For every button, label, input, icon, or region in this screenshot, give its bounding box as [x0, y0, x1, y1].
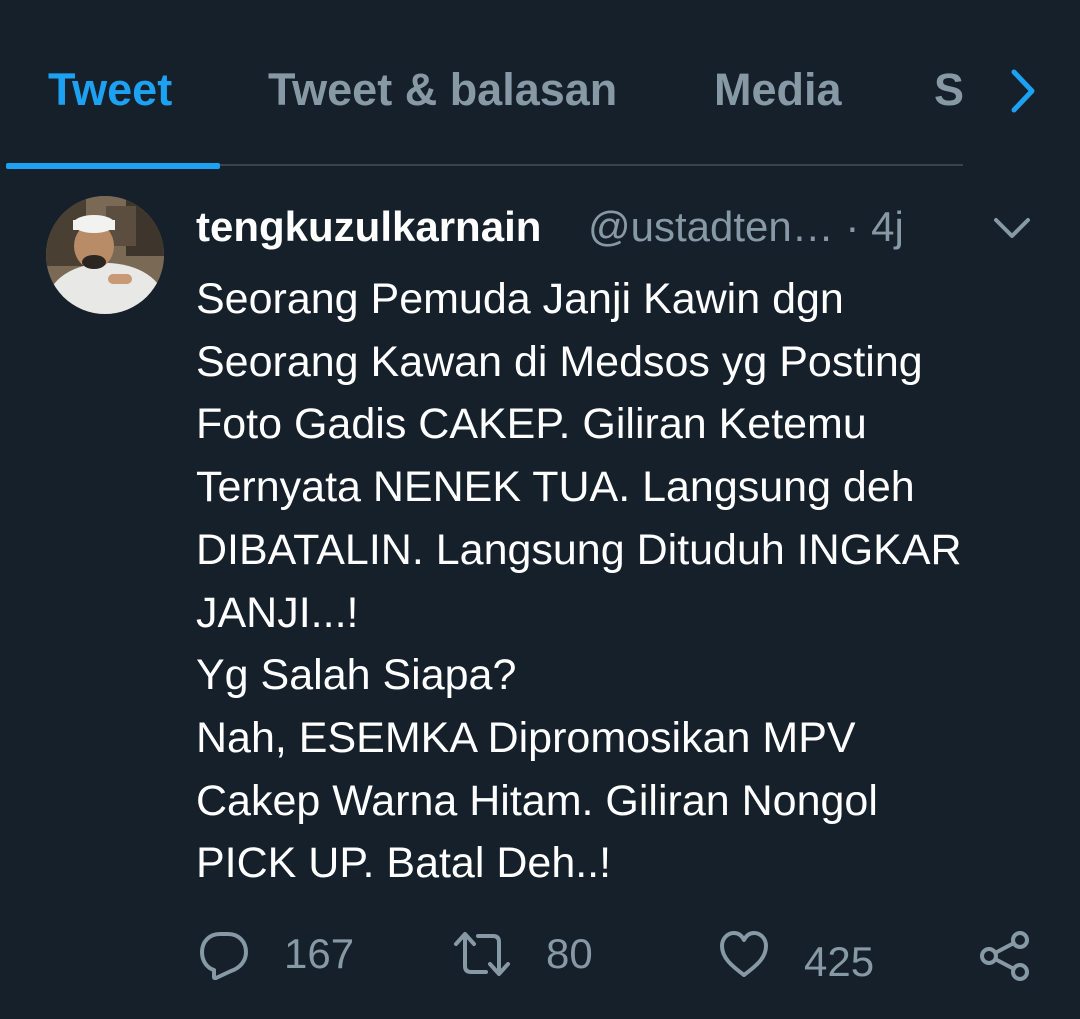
tweet-handle-time[interactable]: @ustadten… · 4j: [588, 203, 904, 251]
tweet-username[interactable]: tengkuzulkarnain: [196, 203, 541, 251]
tab-bar: Tweet Tweet & balasan Media S: [0, 0, 1080, 169]
like-icon: [720, 931, 768, 977]
retweet-count: 80: [546, 930, 593, 977]
tab-media[interactable]: Media: [714, 64, 842, 116]
like-count: 425: [804, 938, 875, 985]
retweet-icon: [454, 932, 510, 976]
active-tab-indicator: [6, 163, 220, 169]
retweet-button[interactable]: 80: [452, 924, 593, 984]
share-icon: [980, 931, 1029, 981]
reply-count: 167: [284, 930, 355, 977]
like-button[interactable]: 425: [718, 924, 875, 985]
tab-tweets-replies[interactable]: Tweet & balasan: [268, 64, 617, 116]
avatar[interactable]: [46, 196, 164, 314]
profile-screen: Tweet Tweet & balasan Media S tengkuzulk…: [0, 0, 1080, 1019]
chevron-right-icon[interactable]: [1000, 64, 1044, 118]
caret-down-icon[interactable]: [990, 210, 1034, 246]
reply-icon: [200, 932, 248, 980]
tab-tweet[interactable]: Tweet: [48, 64, 172, 116]
tab-likes-truncated[interactable]: S: [934, 64, 964, 116]
tweet-text: Seorang Pemuda Janji Kawin dgn Seorang K…: [196, 275, 962, 888]
reply-button[interactable]: 167: [198, 924, 354, 984]
share-button[interactable]: [978, 926, 1032, 986]
